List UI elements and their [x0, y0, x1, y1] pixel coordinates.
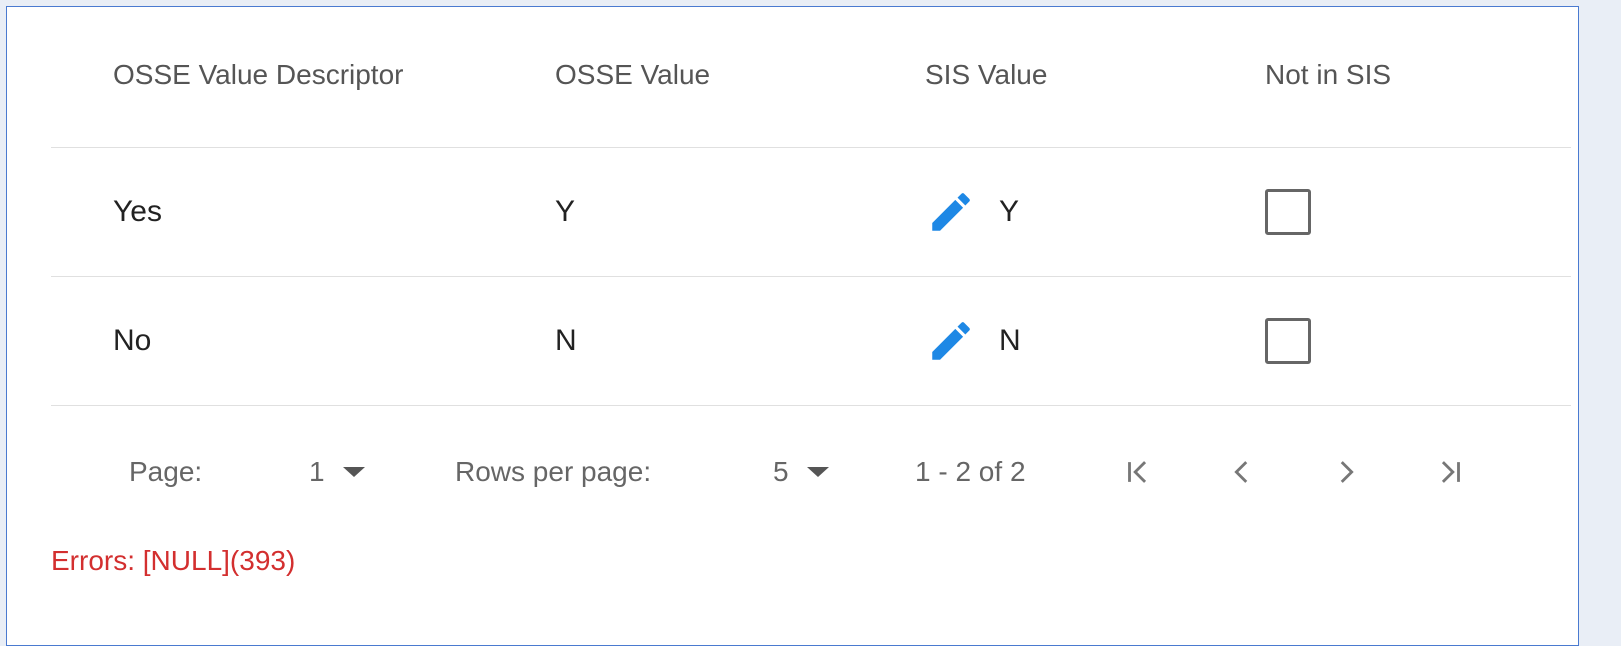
error-message: Errors: [NULL](393) [51, 545, 296, 576]
page-range-text: 1 - 2 of 2 [915, 456, 1026, 487]
not-in-sis-cell [1265, 148, 1311, 276]
previous-page-button[interactable] [1217, 442, 1267, 502]
page-label: Page: [129, 456, 203, 487]
sis-value-cell: Y [925, 148, 1019, 276]
sis-value-text: Y [999, 195, 1020, 228]
not-in-sis-checkbox[interactable] [1265, 318, 1311, 364]
page-select[interactable]: 1 [309, 442, 365, 502]
not-in-sis-checkbox[interactable] [1265, 189, 1311, 235]
last-page-icon [1441, 461, 1460, 483]
first-page-icon [1128, 461, 1147, 483]
chevron-down-icon [342, 467, 365, 477]
chevron-down-icon [806, 467, 829, 477]
header-not-in-sis: Not in SIS [1265, 59, 1392, 90]
header-osse-value-descriptor: OSSE Value Descriptor [113, 59, 404, 90]
value-mapping-table: OSSE Value Descriptor OSSE Value SIS Val… [51, 7, 1571, 406]
sis-value-cell: N [925, 277, 1021, 405]
not-in-sis-cell [1265, 277, 1311, 405]
rows-per-page-select[interactable]: 5 [773, 442, 829, 502]
first-page-button[interactable] [1113, 442, 1163, 502]
osse-value-cell: N [555, 324, 577, 357]
rows-per-page-value: 5 [773, 456, 789, 487]
sis-value-text: N [999, 324, 1021, 357]
descriptor-cell: No [113, 324, 152, 357]
mapping-panel: OSSE Value Descriptor OSSE Value SIS Val… [6, 6, 1579, 646]
osse-value-cell: Y [555, 195, 576, 228]
table-header-row: OSSE Value Descriptor OSSE Value SIS Val… [51, 7, 1571, 148]
descriptor-cell: Yes [113, 195, 162, 228]
page-value: 1 [309, 456, 325, 487]
chevron-right-icon [1340, 461, 1354, 483]
pagination-bar: Page: 1 Rows per page: 5 1 - 2 of 2 [51, 442, 1571, 502]
header-osse-value: OSSE Value [555, 59, 711, 90]
table-row: No N N [51, 277, 1571, 406]
next-page-button[interactable] [1321, 442, 1371, 502]
rows-per-page-label: Rows per page: [455, 456, 652, 487]
table-row: Yes Y Y [51, 148, 1571, 277]
last-page-button[interactable] [1425, 442, 1475, 502]
pencil-icon[interactable] [923, 313, 979, 369]
chevron-left-icon [1234, 461, 1248, 483]
pencil-icon[interactable] [923, 184, 979, 240]
header-sis-value: SIS Value [925, 59, 1048, 90]
